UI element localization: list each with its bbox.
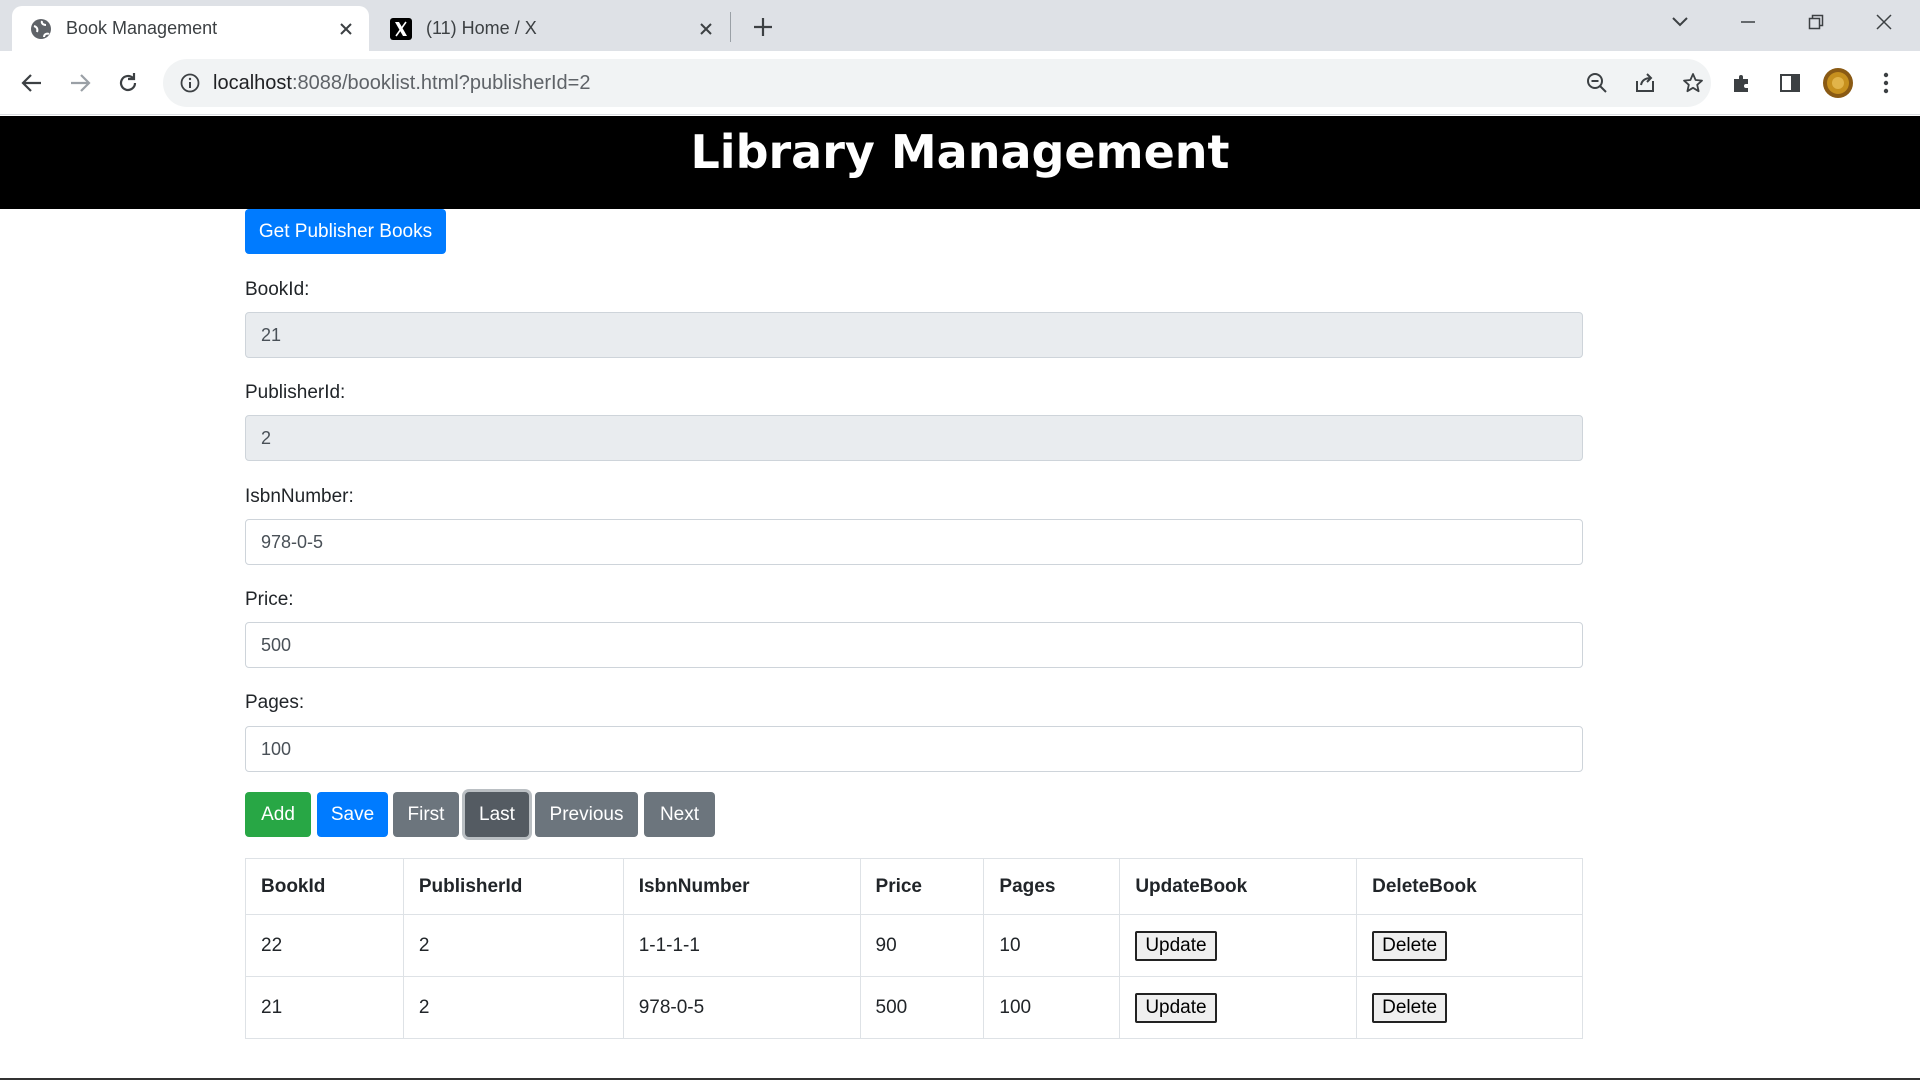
table-row: 22 2 1-1-1-1 90 10 Update Delete — [245, 914, 1583, 977]
books-table: BookId PublisherId IsbnNumber Price Page… — [245, 858, 1583, 1039]
pages-label: Pages: — [245, 692, 305, 713]
bookmark-star-icon[interactable] — [1681, 71, 1705, 95]
update-button[interactable]: Update — [1135, 930, 1217, 961]
zoom-out-icon[interactable] — [1585, 71, 1609, 95]
column-header-price: Price — [859, 858, 985, 915]
isbnnumber-label: IsbnNumber: — [245, 486, 354, 507]
tab-title: Book Management — [66, 18, 218, 38]
delete-button[interactable]: Delete — [1372, 930, 1448, 961]
cell-bookid: 22 — [245, 914, 404, 977]
publisherid-field[interactable] — [245, 415, 1583, 461]
forward-arrow-icon[interactable] — [62, 65, 98, 101]
price-field[interactable] — [245, 622, 1583, 668]
site-info-icon[interactable] — [178, 71, 202, 95]
share-icon[interactable] — [1633, 71, 1657, 95]
delete-button[interactable]: Delete — [1372, 992, 1448, 1023]
url-path: :8088/booklist.html?publisherId=2 — [291, 72, 591, 94]
profile-avatar[interactable] — [1822, 67, 1854, 99]
header-banner: Library Management — [0, 116, 1920, 209]
new-tab-plus-icon[interactable] — [748, 12, 778, 42]
browser-tabstrip: Book Management (11) Home / X — [0, 0, 1920, 51]
save-button[interactable]: Save — [317, 792, 388, 837]
cell-price: 90 — [859, 914, 985, 977]
cell-publisherid: 2 — [402, 976, 624, 1039]
next-button[interactable]: Next — [644, 792, 715, 837]
url-text: localhost:8088/booklist.html?publisherId… — [213, 72, 590, 95]
tab-close-icon[interactable] — [335, 18, 357, 40]
cell-pages: 100 — [983, 976, 1121, 1039]
add-button[interactable]: Add — [245, 792, 311, 837]
bookid-label: BookId: — [245, 279, 310, 300]
pages-field[interactable] — [245, 726, 1583, 772]
globe-icon — [30, 18, 52, 40]
side-panel-icon[interactable] — [1774, 67, 1806, 99]
cell-pages: 10 — [983, 914, 1121, 977]
first-button[interactable]: First — [393, 792, 459, 837]
isbnnumber-field[interactable] — [245, 519, 1583, 565]
browser-toolbar: localhost:8088/booklist.html?publisherId… — [0, 51, 1920, 115]
price-label: Price: — [245, 589, 294, 610]
address-bar[interactable]: localhost:8088/booklist.html?publisherId… — [163, 59, 1711, 107]
minimize-icon[interactable] — [1720, 0, 1776, 44]
page-title: Library Management — [690, 125, 1230, 179]
back-arrow-icon[interactable] — [14, 65, 50, 101]
extensions-puzzle-icon[interactable] — [1726, 67, 1758, 99]
cell-update: Update — [1119, 914, 1358, 977]
table-header-row: BookId PublisherId IsbnNumber Price Page… — [245, 858, 1583, 915]
cell-price: 500 — [859, 976, 985, 1039]
restore-icon[interactable] — [1788, 0, 1844, 44]
cell-bookid: 21 — [245, 976, 404, 1039]
bookid-field[interactable] — [245, 312, 1583, 358]
column-header-publisherid: PublisherId — [402, 858, 624, 915]
cell-delete: Delete — [1356, 976, 1583, 1039]
column-header-bookid: BookId — [245, 858, 404, 915]
reload-icon[interactable] — [110, 65, 146, 101]
last-button[interactable]: Last — [465, 792, 529, 837]
cell-publisherid: 2 — [402, 914, 624, 977]
update-button[interactable]: Update — [1135, 992, 1217, 1023]
column-header-isbnnumber: IsbnNumber — [622, 858, 861, 915]
publisherid-label: PublisherId: — [245, 382, 346, 403]
tab-close-icon[interactable] — [695, 18, 717, 40]
page-content: Library Management Get Publisher Books B… — [0, 116, 1920, 1080]
tab-x-home[interactable]: (11) Home / X — [372, 6, 729, 51]
x-logo-icon — [390, 17, 412, 40]
get-publisher-books-button[interactable]: Get Publisher Books — [245, 209, 446, 254]
cell-isbnnumber: 978-0-5 — [622, 976, 861, 1039]
column-header-deletebook: DeleteBook — [1356, 858, 1583, 915]
kebab-menu-icon[interactable] — [1870, 67, 1902, 99]
tab-title: (11) Home / X — [426, 18, 537, 38]
close-window-icon[interactable] — [1856, 0, 1912, 44]
tab-separator — [730, 12, 731, 42]
tab-search-chevron-down-icon[interactable] — [1652, 0, 1708, 44]
tab-book-management[interactable]: Book Management — [12, 6, 369, 51]
cell-update: Update — [1119, 976, 1358, 1039]
url-host: localhost — [213, 72, 292, 94]
column-header-updatebook: UpdateBook — [1119, 858, 1358, 915]
cell-delete: Delete — [1356, 914, 1583, 977]
table-row: 21 2 978-0-5 500 100 Update Delete — [245, 976, 1583, 1039]
previous-button[interactable]: Previous — [535, 792, 638, 837]
column-header-pages: Pages — [983, 858, 1121, 915]
cell-isbnnumber: 1-1-1-1 — [622, 914, 861, 977]
